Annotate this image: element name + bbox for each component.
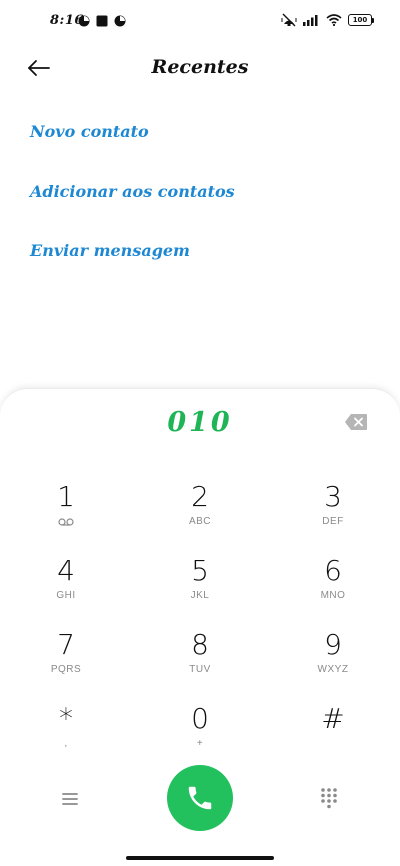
page-title: Recentes	[151, 56, 249, 78]
key-digit: 2	[191, 480, 209, 513]
backspace-button[interactable]	[344, 413, 368, 431]
key-digit: #	[321, 702, 345, 735]
key-4[interactable]: 4 GHI	[11, 555, 121, 619]
signal-icon	[303, 15, 318, 26]
key-5[interactable]: 5 JKL	[145, 555, 255, 619]
add-to-contacts-link[interactable]: Adicionar aos contatos	[30, 182, 235, 201]
key-hash[interactable]: #	[278, 703, 388, 767]
phone-icon	[188, 786, 212, 810]
key-letters: TUV	[189, 664, 211, 675]
key-6[interactable]: 6 MNO	[278, 555, 388, 619]
key-digit: 8	[191, 628, 209, 661]
notification-pie-icon	[78, 15, 90, 27]
key-digit: 5	[191, 554, 209, 587]
status-bar: 8:16 100	[0, 0, 400, 44]
key-letters: ,	[64, 738, 68, 749]
key-digit: 0	[191, 702, 209, 735]
key-9[interactable]: 9 WXYZ	[278, 629, 388, 693]
call-button[interactable]	[167, 765, 233, 831]
hamburger-menu-icon	[62, 793, 78, 805]
key-1[interactable]: 1	[11, 481, 121, 545]
key-digit: *	[59, 702, 73, 735]
dialpad-icon	[321, 788, 337, 809]
key-digit: 3	[324, 480, 342, 513]
key-digit: 4	[57, 554, 75, 587]
key-letters: +	[196, 738, 204, 749]
key-digit: 7	[57, 628, 75, 661]
battery-level: 100	[348, 14, 372, 26]
status-right-icons: 100	[281, 13, 374, 27]
header: Recentes	[0, 46, 400, 90]
dialer-panel: 010 1 2 ABC 3 DEF 4 GHI 5 JKL 6 MNO 7 PQ…	[0, 388, 400, 866]
vibrate-off-icon	[281, 13, 297, 27]
dialpad-toggle-button[interactable]	[318, 787, 340, 809]
home-indicator[interactable]	[126, 856, 274, 860]
key-letters: MNO	[320, 590, 346, 601]
key-star[interactable]: * ,	[11, 703, 121, 767]
dialed-number[interactable]: 010	[0, 407, 400, 438]
key-letters: ABC	[188, 516, 212, 527]
backspace-icon	[345, 414, 367, 430]
menu-button[interactable]	[58, 789, 82, 809]
dialer-bottom-row	[0, 765, 400, 835]
key-letters: GHI	[56, 590, 76, 601]
key-2[interactable]: 2 ABC	[145, 481, 255, 545]
voicemail-icon	[58, 518, 74, 526]
battery-icon: 100	[348, 14, 374, 26]
key-digit: 9	[324, 628, 342, 661]
key-letters: PQRS	[50, 664, 82, 675]
notification-pie-icon-2	[114, 15, 126, 27]
key-7[interactable]: 7 PQRS	[11, 629, 121, 693]
key-digit: 1	[57, 480, 75, 513]
notification-square-icon	[96, 15, 108, 27]
key-letters: DEF	[322, 516, 344, 527]
wifi-icon	[326, 14, 342, 26]
send-message-link[interactable]: Enviar mensagem	[30, 241, 190, 260]
key-digit: 6	[324, 554, 342, 587]
battery-tip	[372, 17, 374, 23]
key-3[interactable]: 3 DEF	[278, 481, 388, 545]
key-0[interactable]: 0 +	[145, 703, 255, 767]
key-letters: WXYZ	[317, 664, 349, 675]
key-letters: JKL	[190, 590, 210, 601]
key-8[interactable]: 8 TUV	[145, 629, 255, 693]
new-contact-link[interactable]: Novo contato	[30, 122, 149, 141]
status-left-icons	[78, 15, 126, 27]
